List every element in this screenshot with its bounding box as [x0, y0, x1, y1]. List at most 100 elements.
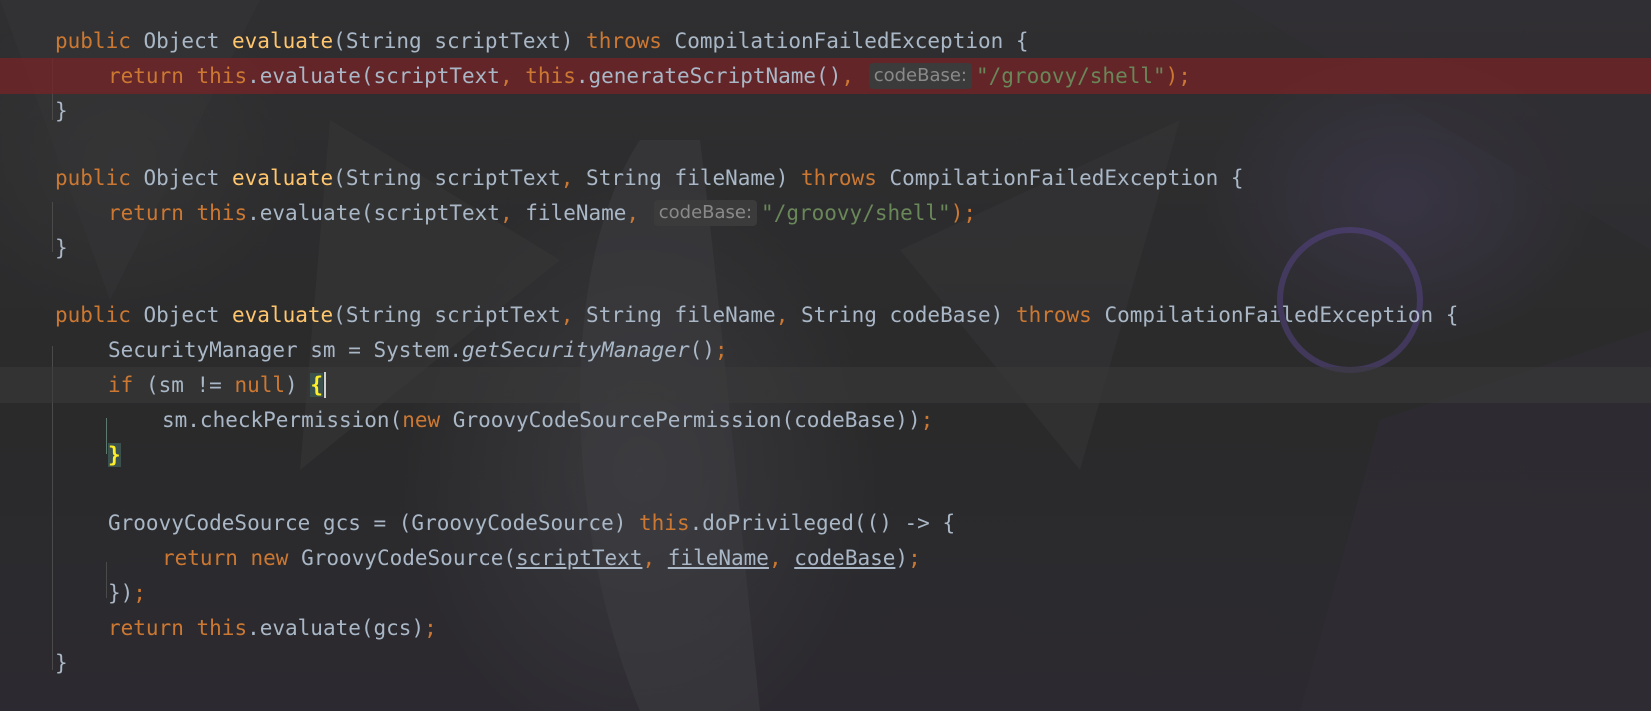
code-token: GroovyCodeSourcePermission(codeBase)) — [440, 408, 921, 432]
code-token: CompilationFailedException { — [661, 29, 1029, 53]
code-token: } — [55, 236, 68, 260]
code-token: , — [499, 64, 513, 88]
captured-variable: fileName — [667, 546, 769, 570]
code-token: (sm != — [133, 373, 235, 397]
code-token: ); — [1165, 64, 1191, 88]
code-line-breakpoint[interactable]: return this.evaluate(scriptText, this.ge… — [0, 58, 1651, 94]
code-token: (String scriptText) — [333, 29, 587, 53]
code-token: ; — [714, 338, 728, 362]
code-line[interactable]: } — [0, 93, 1651, 129]
parameter-hint: codeBase: — [653, 200, 758, 226]
code-token: , — [775, 303, 789, 327]
code-token: , — [560, 303, 574, 327]
code-token: .evaluate(scriptText — [247, 64, 500, 88]
code-token: return — [162, 546, 238, 570]
code-token: this — [196, 201, 248, 225]
matched-brace: { — [310, 373, 323, 397]
code-line[interactable]: } — [0, 645, 1651, 681]
code-token: .evaluate(scriptText — [247, 201, 500, 225]
code-token: ) — [895, 546, 909, 570]
code-line-current[interactable]: if (sm != null) { — [0, 367, 1651, 403]
static-method-call: getSecurityManager — [462, 338, 690, 362]
string-literal: "/groovy/shell" — [761, 201, 951, 225]
captured-variable: codeBase — [794, 546, 896, 570]
code-token: new — [402, 408, 441, 432]
code-token: public — [55, 166, 131, 190]
code-line[interactable]: public Object evaluate(String scriptText… — [0, 297, 1651, 333]
code-token: Object — [130, 303, 233, 327]
code-line[interactable]: SecurityManager sm = System.getSecurityM… — [0, 332, 1651, 368]
parameter-hint: codeBase: — [868, 63, 972, 89]
code-token: .evaluate(gcs) — [247, 616, 425, 640]
string-literal: "/groovy/shell" — [976, 64, 1166, 88]
code-line[interactable]: }); — [0, 575, 1651, 611]
code-line[interactable]: public Object evaluate(String scriptText… — [0, 160, 1651, 196]
code-token: ; — [424, 616, 437, 640]
code-token: fileName — [512, 201, 627, 225]
code-token: SecurityManager sm = System. — [108, 338, 463, 362]
code-token: String codeBase) — [788, 303, 1016, 327]
code-token: }) — [108, 581, 134, 605]
code-token: public — [55, 303, 131, 327]
code-token: new — [250, 546, 289, 570]
code-line[interactable]: return new GroovyCodeSource(scriptText, … — [0, 540, 1651, 576]
code-token: , — [499, 201, 513, 225]
code-token: , — [642, 546, 656, 570]
code-token: ); — [950, 201, 976, 225]
code-token: (String scriptText — [333, 303, 561, 327]
code-token: return — [108, 64, 184, 88]
code-token: (String scriptText — [333, 166, 561, 190]
code-token: ; — [908, 546, 921, 570]
code-token: String fileName) — [573, 166, 801, 190]
text-caret — [323, 372, 326, 398]
code-token: throws — [800, 166, 877, 190]
code-token: GroovyCodeSource( — [288, 546, 517, 570]
matched-brace: } — [108, 443, 121, 467]
code-token: this — [525, 64, 576, 88]
code-token: return — [108, 201, 184, 225]
code-token: , — [560, 166, 574, 190]
code-token: } — [55, 99, 68, 123]
code-token: sm.checkPermission( — [162, 408, 403, 432]
code-line[interactable]: GroovyCodeSource gcs = (GroovyCodeSource… — [0, 505, 1651, 541]
method-name: evaluate — [232, 29, 334, 53]
code-editor[interactable]: public Object evaluate(String scriptText… — [0, 0, 1651, 711]
code-token: .generateScriptName() — [575, 64, 842, 88]
code-token: () — [689, 338, 715, 362]
captured-variable: scriptText — [516, 546, 643, 570]
code-token: GroovyCodeSource gcs = (GroovyCodeSource… — [108, 511, 640, 535]
code-token: ; — [133, 581, 146, 605]
code-line[interactable]: } — [0, 230, 1651, 266]
code-line[interactable]: } — [0, 437, 1651, 473]
code-line[interactable]: return this.evaluate(scriptText, fileNam… — [0, 195, 1651, 231]
code-token: throws — [1015, 303, 1092, 327]
code-token: Object — [130, 166, 233, 190]
code-token: return — [108, 616, 184, 640]
code-token: ; — [920, 408, 934, 432]
code-token: ) — [285, 373, 311, 397]
code-token: , — [841, 64, 855, 88]
method-name: evaluate — [232, 166, 334, 190]
code-token: } — [55, 651, 68, 675]
code-token: Object — [130, 29, 233, 53]
code-token: public — [55, 29, 131, 53]
code-token: CompilationFailedException { — [876, 166, 1244, 190]
code-token: , — [768, 546, 782, 570]
code-token: null — [234, 373, 286, 397]
code-line[interactable]: sm.checkPermission(new GroovyCodeSourceP… — [0, 402, 1651, 438]
code-token: this — [196, 64, 248, 88]
code-line[interactable]: return this.evaluate(gcs); — [0, 610, 1651, 646]
code-token: .doPrivileged(() -> { — [689, 511, 956, 535]
code-token: , — [626, 201, 640, 225]
code-token: CompilationFailedException { — [1091, 303, 1459, 327]
code-line[interactable]: public Object evaluate(String scriptText… — [0, 23, 1651, 59]
code-token: this — [639, 511, 690, 535]
